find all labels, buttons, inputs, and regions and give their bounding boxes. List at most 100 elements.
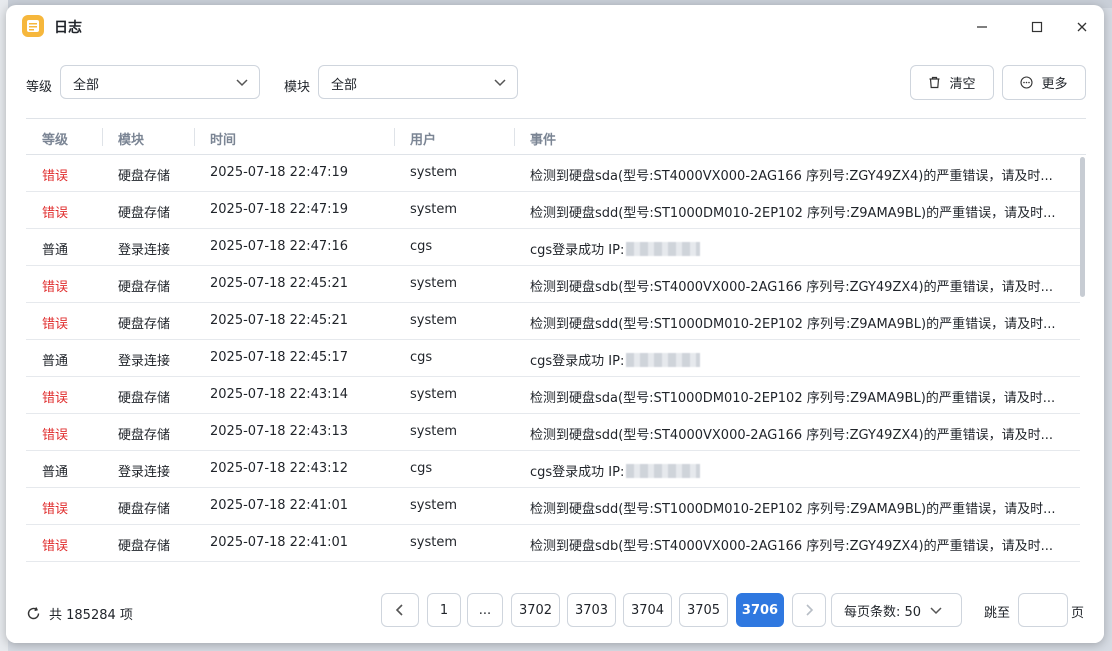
next-page-button[interactable]: [792, 593, 826, 627]
row-event: 检测到硬盘sdd(型号:ST1000DM010-2EP102 序列号:Z9AMA…: [530, 317, 1056, 332]
row-user: system: [410, 387, 457, 402]
page-button[interactable]: 1: [427, 593, 461, 627]
table-row[interactable]: 错误 硬盘存储 2025-07-18 22:43:14 system 检测到硬盘sda(…: [26, 377, 1080, 414]
page-size-select[interactable]: 每页条数: 50: [831, 593, 962, 627]
page-button[interactable]: 3702: [511, 593, 560, 627]
minimize-icon: [977, 26, 987, 28]
table-row[interactable]: 普通 登录连接 2025-07-18 22:45:17 cgs cgs登录成功 IP:: [26, 340, 1080, 377]
row-level: 错误: [42, 169, 69, 184]
total-count: 共 185284 项: [26, 604, 133, 623]
page-button[interactable]: 3704: [623, 593, 672, 627]
row-time: 2025-07-18 22:43:12: [210, 461, 349, 476]
jump-to-label: 跳至: [984, 606, 1011, 621]
row-module: 硬盘存储: [118, 391, 171, 406]
row-event: 检测到硬盘sda(型号:ST4000VX000-2AG166 序列号:ZGY49…: [530, 169, 1053, 184]
row-user: system: [410, 535, 457, 550]
table-row[interactable]: 错误 硬盘存储 2025-07-18 22:41:01 system 检测到硬盘sdb(…: [26, 525, 1080, 562]
row-level: 错误: [42, 317, 69, 332]
row-module: 硬盘存储: [118, 428, 171, 443]
level-filter-label: 等级: [26, 80, 53, 95]
page-button[interactable]: 3703: [567, 593, 616, 627]
row-time: 2025-07-18 22:47:19: [210, 165, 349, 180]
maximize-icon: [1031, 21, 1043, 33]
log-table-body: 错误 硬盘存储 2025-07-18 22:47:19 system 检测到硬盘sda(…: [26, 155, 1080, 577]
row-event: cgs登录成功 IP:: [530, 350, 1060, 369]
chevron-left-icon: [395, 604, 403, 616]
row-event: 检测到硬盘sdd(型号:ST4000VX000-2AG166 序列号:ZGY49…: [530, 428, 1054, 443]
row-event-text: cgs登录成功 IP:: [530, 243, 625, 258]
table-row[interactable]: 普通 登录连接 2025-07-18 22:47:16 cgs cgs登录成功 IP:: [26, 229, 1080, 266]
prev-page-button[interactable]: [381, 593, 419, 627]
row-level: 普通: [42, 243, 69, 258]
row-module: 硬盘存储: [118, 169, 171, 184]
total-count-text: 共 185284 项: [49, 608, 133, 623]
row-event: cgs登录成功 IP:: [530, 461, 1060, 480]
table-row[interactable]: 错误 硬盘存储 2025-07-18 22:41:01 system 检测到硬盘sdd(…: [26, 488, 1080, 525]
table-row[interactable]: 普通 登录连接 2025-07-18 22:43:12 cgs cgs登录成功 IP:: [26, 451, 1080, 488]
column-divider: [194, 128, 195, 146]
level-filter-select[interactable]: 全部: [60, 65, 260, 99]
row-time: 2025-07-18 22:41:01: [210, 535, 349, 550]
close-icon: [1077, 22, 1087, 32]
chevron-down-icon: [236, 79, 248, 87]
minimize-button[interactable]: [970, 15, 994, 39]
row-user: system: [410, 276, 457, 291]
table-row[interactable]: 错误 硬盘存储 2025-07-18 22:45:21 system 检测到硬盘sdb(…: [26, 266, 1080, 303]
column-header-time[interactable]: 时间: [210, 129, 236, 148]
row-level: 错误: [42, 539, 69, 554]
row-level: 普通: [42, 465, 69, 480]
page-button[interactable]: 3705: [679, 593, 728, 627]
row-event: 检测到硬盘sdd(型号:ST1000DM010-2EP102 序列号:Z9AMA…: [530, 502, 1056, 517]
log-dialog: 日志 等级 全部 模块 全部 清空 更多 等级 模块 时间 用户 事件 错误 硬…: [6, 5, 1104, 643]
row-time: 2025-07-18 22:45:21: [210, 276, 349, 291]
column-header-user[interactable]: 用户: [410, 129, 436, 148]
maximize-button[interactable]: [1025, 15, 1049, 39]
table-row[interactable]: 错误 硬盘存储 2025-07-18 22:47:19 system 检测到硬盘sdd(…: [26, 192, 1080, 229]
window-title: 日志: [54, 20, 82, 36]
table-row[interactable]: 错误 硬盘存储 2025-07-18 22:47:19 system 检测到硬盘sda(…: [26, 155, 1080, 192]
row-module: 登录连接: [118, 465, 171, 480]
close-button[interactable]: [1070, 15, 1094, 39]
row-level: 错误: [42, 391, 69, 406]
module-filter-select[interactable]: 全部: [318, 65, 518, 99]
row-level: 普通: [42, 354, 69, 369]
row-time: 2025-07-18 22:43:13: [210, 424, 349, 439]
column-header-event[interactable]: 事件: [530, 129, 556, 148]
row-event: 检测到硬盘sdb(型号:ST4000VX000-2AG166 序列号:ZGY49…: [530, 539, 1054, 554]
page-suffix-label: 页: [1071, 606, 1085, 621]
column-header-level[interactable]: 等级: [42, 129, 68, 148]
clear-button-label: 清空: [949, 77, 976, 92]
row-event: 检测到硬盘sda(型号:ST1000DM010-2EP102 序列号:Z9AMA…: [530, 391, 1056, 406]
row-event-text: cgs登录成功 IP:: [530, 354, 625, 369]
level-filter-value: 全部: [73, 78, 100, 93]
clear-button[interactable]: 清空: [910, 65, 994, 100]
column-header-module[interactable]: 模块: [118, 129, 144, 148]
redacted-ip: [626, 464, 701, 478]
row-user: system: [410, 165, 457, 180]
table-row[interactable]: 错误 硬盘存储 2025-07-18 22:43:13 system 检测到硬盘sdd(…: [26, 414, 1080, 451]
row-level: 错误: [42, 502, 69, 517]
table-row[interactable]: 错误 硬盘存储 2025-07-18 22:45:21 system 检测到硬盘sdd(…: [26, 303, 1080, 340]
row-time: 2025-07-18 22:41:01: [210, 498, 349, 513]
row-user: cgs: [410, 350, 433, 365]
page-ellipsis-button[interactable]: ...: [467, 593, 503, 627]
redacted-ip: [626, 242, 701, 256]
row-event: 检测到硬盘sdb(型号:ST4000VX000-2AG166 序列号:ZGY49…: [530, 280, 1054, 295]
row-level: 错误: [42, 428, 69, 443]
scrollbar-thumb[interactable]: [1080, 157, 1085, 297]
row-module: 硬盘存储: [118, 280, 171, 295]
log-app-icon: [22, 15, 44, 37]
row-module: 硬盘存储: [118, 206, 171, 221]
refresh-icon[interactable]: [26, 606, 41, 621]
row-user: system: [410, 202, 457, 217]
table-header: 等级 模块 时间 用户 事件: [26, 118, 1086, 155]
more-button-label: 更多: [1041, 77, 1068, 92]
current-page-button[interactable]: 3706: [736, 593, 784, 627]
more-icon: [1020, 76, 1034, 89]
jump-page-input[interactable]: [1018, 593, 1068, 627]
row-user: cgs: [410, 239, 433, 254]
row-event: 检测到硬盘sdd(型号:ST1000DM010-2EP102 序列号:Z9AMA…: [530, 206, 1056, 221]
redacted-ip: [626, 353, 701, 367]
more-button[interactable]: 更多: [1002, 65, 1086, 100]
page-size-value: 每页条数: 50: [844, 604, 922, 620]
